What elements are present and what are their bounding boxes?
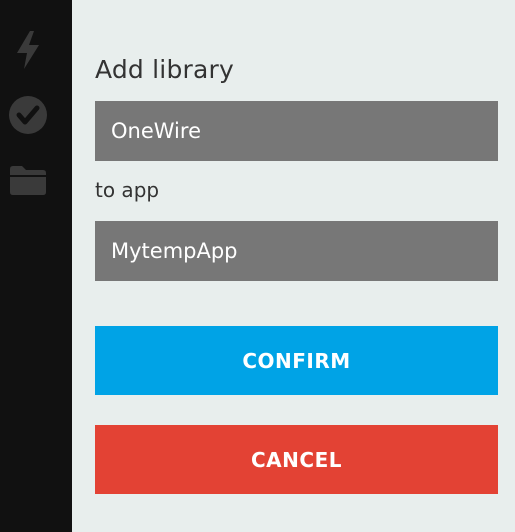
folder-icon[interactable] xyxy=(8,160,48,200)
bolt-icon[interactable] xyxy=(8,30,48,70)
add-library-panel: Add library OneWire to app MytempApp CON… xyxy=(72,0,515,532)
dialog-heading: Add library xyxy=(95,55,234,84)
confirm-button[interactable]: CONFIRM xyxy=(95,326,498,395)
library-name-field[interactable]: OneWire xyxy=(95,101,498,161)
sidebar xyxy=(0,0,72,532)
to-app-label: to app xyxy=(95,178,160,202)
check-circle-icon[interactable] xyxy=(8,95,48,135)
app-name-field[interactable]: MytempApp xyxy=(95,221,498,281)
cancel-button[interactable]: CANCEL xyxy=(95,425,498,494)
